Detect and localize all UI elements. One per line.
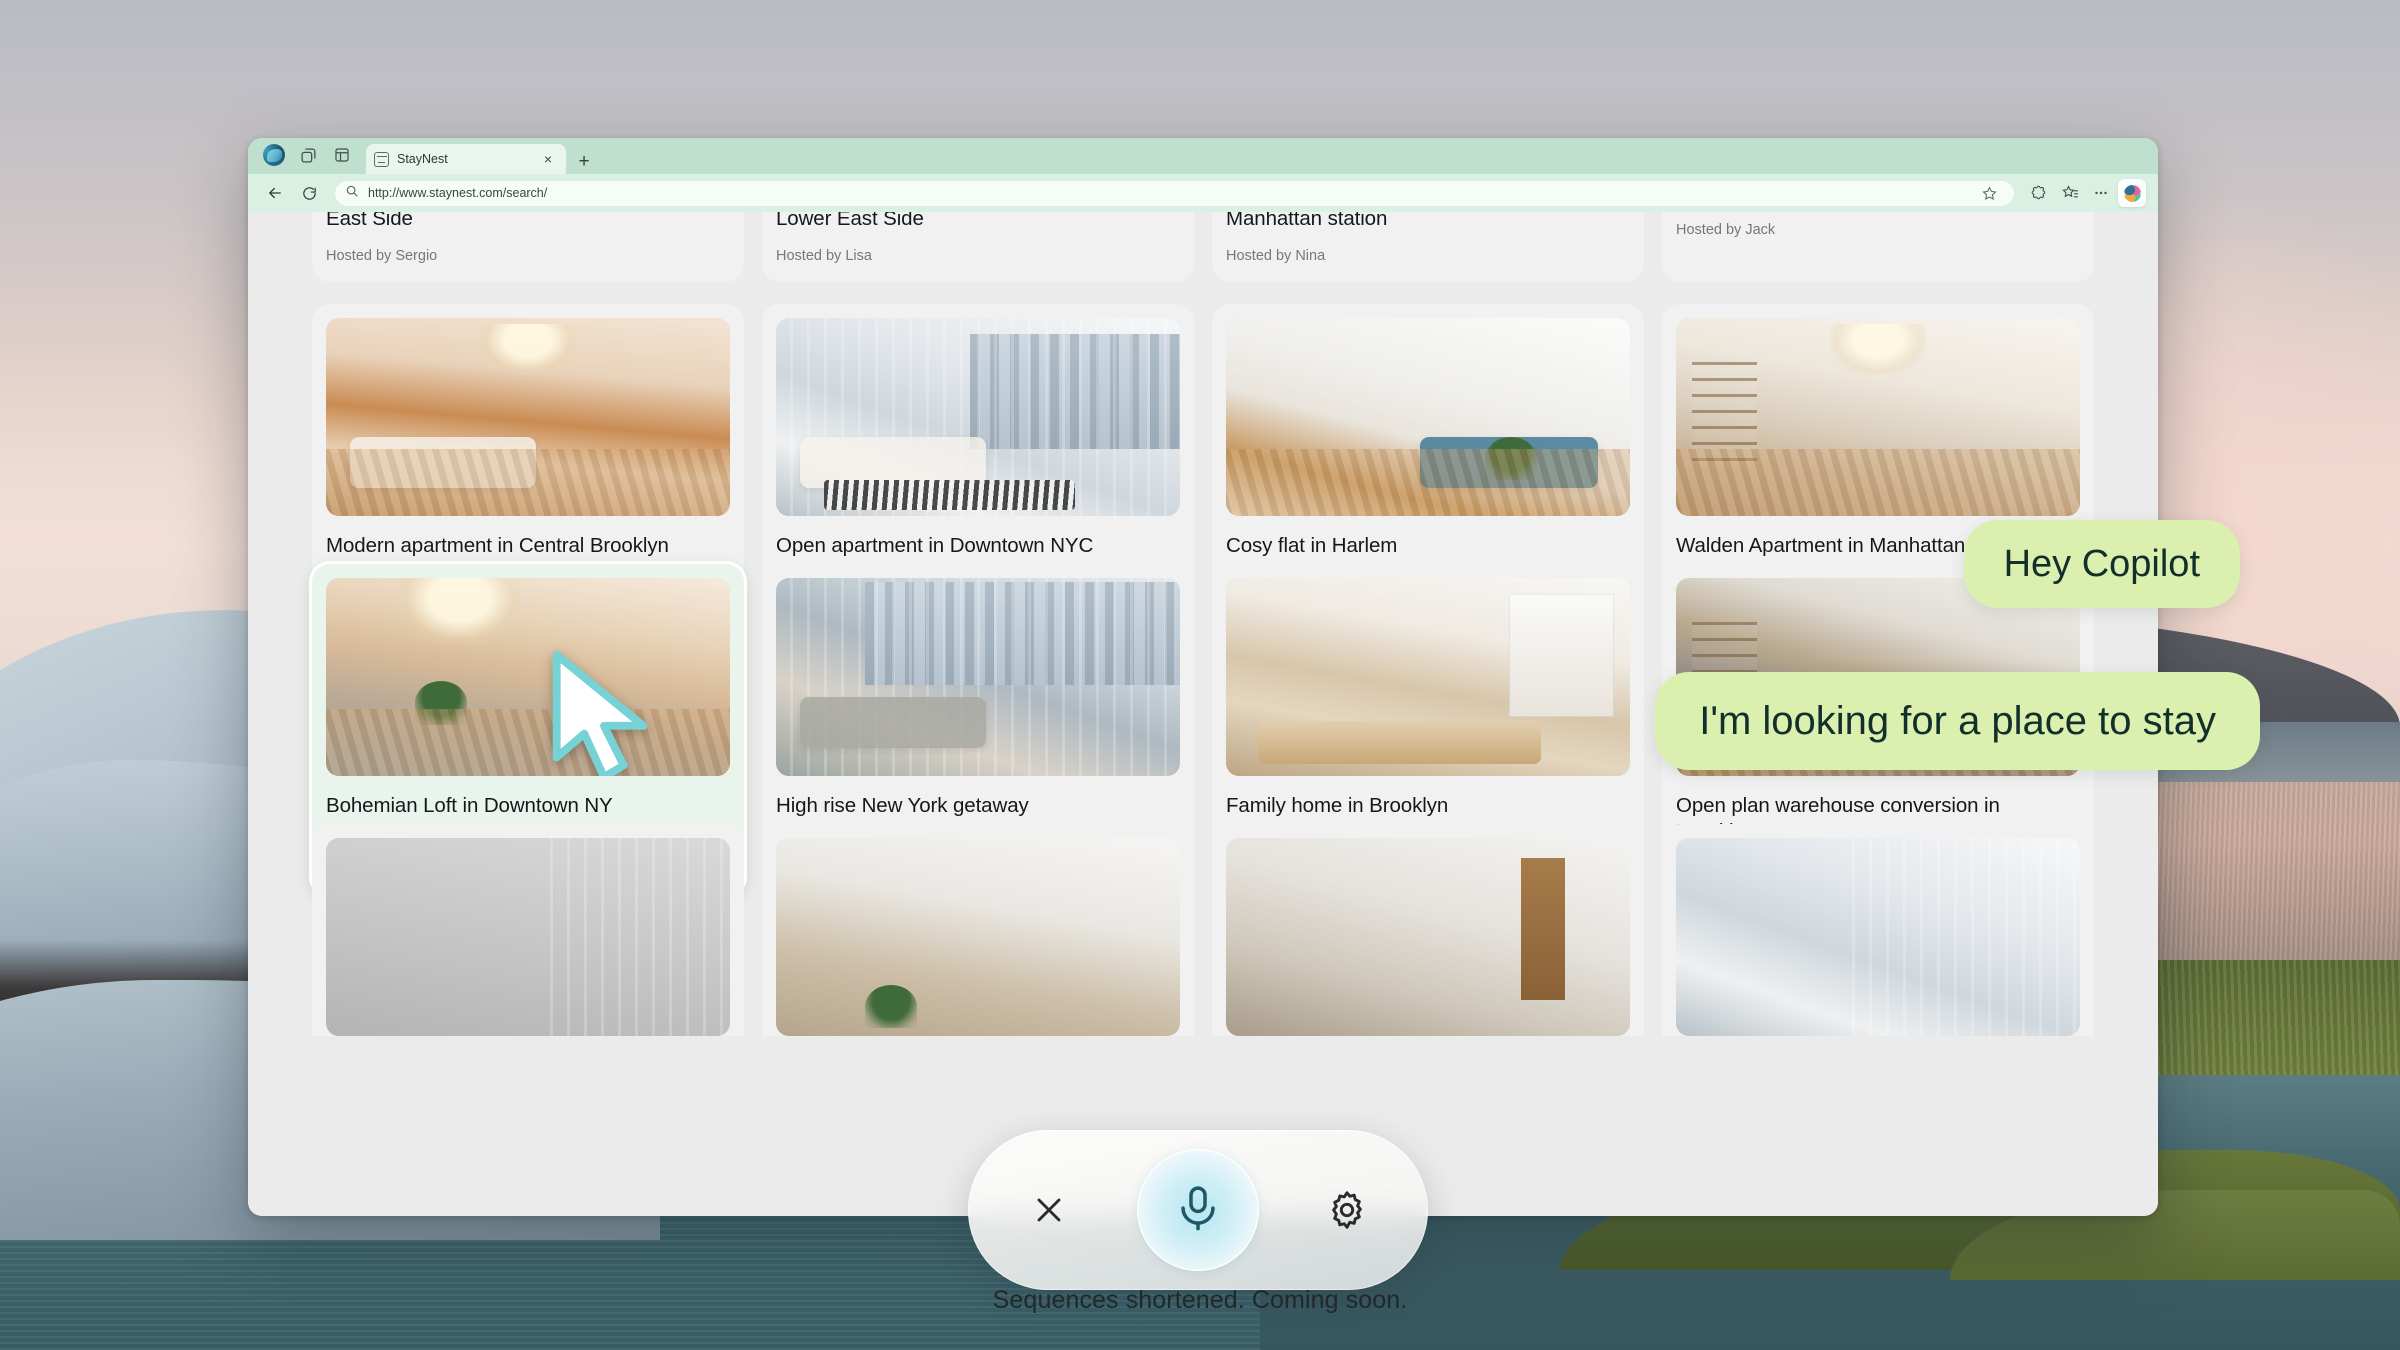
page-favicon-icon xyxy=(374,151,389,167)
mouse-cursor-icon xyxy=(552,651,648,776)
browser-toolbar: http://www.staynest.com/search/ xyxy=(248,174,2158,212)
listing-host: Hosted by Lisa xyxy=(776,248,872,265)
address-bar-url: http://www.staynest.com/search/ xyxy=(368,186,548,200)
listing-photo xyxy=(1226,318,1630,516)
copilot-bubble-user-request: I'm looking for a place to stay xyxy=(1655,672,2260,770)
screencast-caption: Sequences shortened. Coming soon. xyxy=(992,1286,1408,1314)
refresh-button[interactable] xyxy=(294,178,324,208)
extensions-puzzle-icon[interactable] xyxy=(2025,179,2053,207)
tab-actions-icon[interactable] xyxy=(328,141,356,169)
microphone-icon xyxy=(1181,1186,1215,1231)
listing-photo xyxy=(1226,838,1630,1036)
listing-row-top: East Side Hosted by Sergio Lower East Si… xyxy=(248,212,2158,283)
listing-photo xyxy=(776,318,1180,516)
listing-photo xyxy=(326,578,730,776)
listing-title: Open apartment in Downtown NYC xyxy=(776,534,1094,557)
browser-titlebar: StayNest × + xyxy=(248,138,2158,174)
listing-card[interactable] xyxy=(1212,824,1644,1036)
more-options-button[interactable] xyxy=(2087,179,2115,207)
listing-title: Modern apartment in Central Brooklyn xyxy=(326,534,669,557)
copilot-voice-control-bar xyxy=(968,1130,1428,1290)
listing-title: Family home in Brooklyn xyxy=(1226,794,1449,817)
listing-card[interactable]: East Side Hosted by Sergio xyxy=(312,212,744,283)
listing-card[interactable]: Lower East Side Hosted by Lisa xyxy=(762,212,1194,283)
tab-title: StayNest xyxy=(397,152,448,166)
listing-row-bottom xyxy=(248,824,2158,1036)
listing-photo xyxy=(326,318,730,516)
listing-card[interactable]: Hosted by Jack xyxy=(1662,212,2094,283)
browser-tab-staynest[interactable]: StayNest × xyxy=(366,144,566,174)
listing-photo xyxy=(776,578,1180,776)
listing-card[interactable] xyxy=(1662,824,2094,1036)
listing-photo xyxy=(1676,318,2080,516)
copilot-icon[interactable] xyxy=(2118,179,2146,207)
listing-host: Hosted by Jack xyxy=(1676,222,1776,238)
listing-host: Hosted by Nina xyxy=(1226,248,1326,265)
close-icon[interactable]: × xyxy=(538,149,558,169)
listing-photo xyxy=(326,838,730,1036)
search-icon xyxy=(345,184,359,203)
listing-card[interactable] xyxy=(762,824,1194,1036)
listing-title: Lower East Side xyxy=(776,212,924,230)
listing-title: East Side xyxy=(326,212,413,230)
gear-icon[interactable] xyxy=(1318,1181,1376,1239)
close-x-icon[interactable] xyxy=(1020,1181,1078,1239)
listing-title: Bohemian Loft in Downtown NY xyxy=(326,794,613,817)
listing-card[interactable] xyxy=(312,824,744,1036)
listing-title: Cosy flat in Harlem xyxy=(1226,534,1398,557)
star-outline-icon[interactable] xyxy=(1974,178,2004,208)
back-button[interactable] xyxy=(260,178,290,208)
microphone-button[interactable] xyxy=(1137,1149,1259,1271)
listing-host: Hosted by Sergio xyxy=(326,248,438,265)
listing-photo xyxy=(1226,578,1630,776)
new-tab-button[interactable]: + xyxy=(574,151,594,171)
workspaces-icon[interactable] xyxy=(294,141,322,169)
edge-logo-icon[interactable] xyxy=(260,141,288,169)
listing-title: Manhattan station xyxy=(1226,212,1388,230)
listing-photo xyxy=(776,838,1180,1036)
copilot-bubble-user-greeting: Hey Copilot xyxy=(1963,520,2240,608)
listing-card[interactable]: Manhattan station Hosted by Nina xyxy=(1212,212,1644,283)
address-bar[interactable]: http://www.staynest.com/search/ xyxy=(334,178,2015,208)
collections-icon[interactable] xyxy=(2056,179,2084,207)
listing-title: High rise New York getaway xyxy=(776,794,1029,817)
listing-photo xyxy=(1676,838,2080,1036)
